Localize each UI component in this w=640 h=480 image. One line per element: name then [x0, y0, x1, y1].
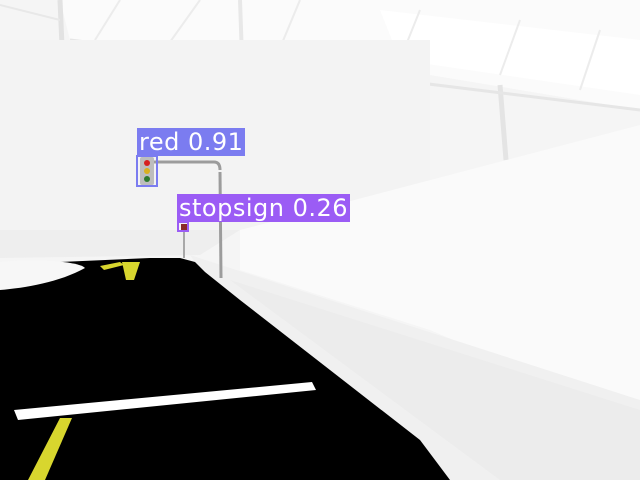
detection-score: 0.26 — [292, 194, 349, 222]
detection-box-stopsign — [177, 221, 189, 232]
detection-class: red — [139, 128, 180, 156]
simulation-scene — [0, 0, 640, 480]
detection-label-stopsign: stopsign 0.26 — [177, 194, 351, 222]
detection-box-red — [136, 155, 158, 187]
detection-score: 0.91 — [187, 128, 244, 156]
detection-class: stopsign — [179, 194, 285, 222]
detection-label-red: red 0.91 — [137, 128, 246, 156]
